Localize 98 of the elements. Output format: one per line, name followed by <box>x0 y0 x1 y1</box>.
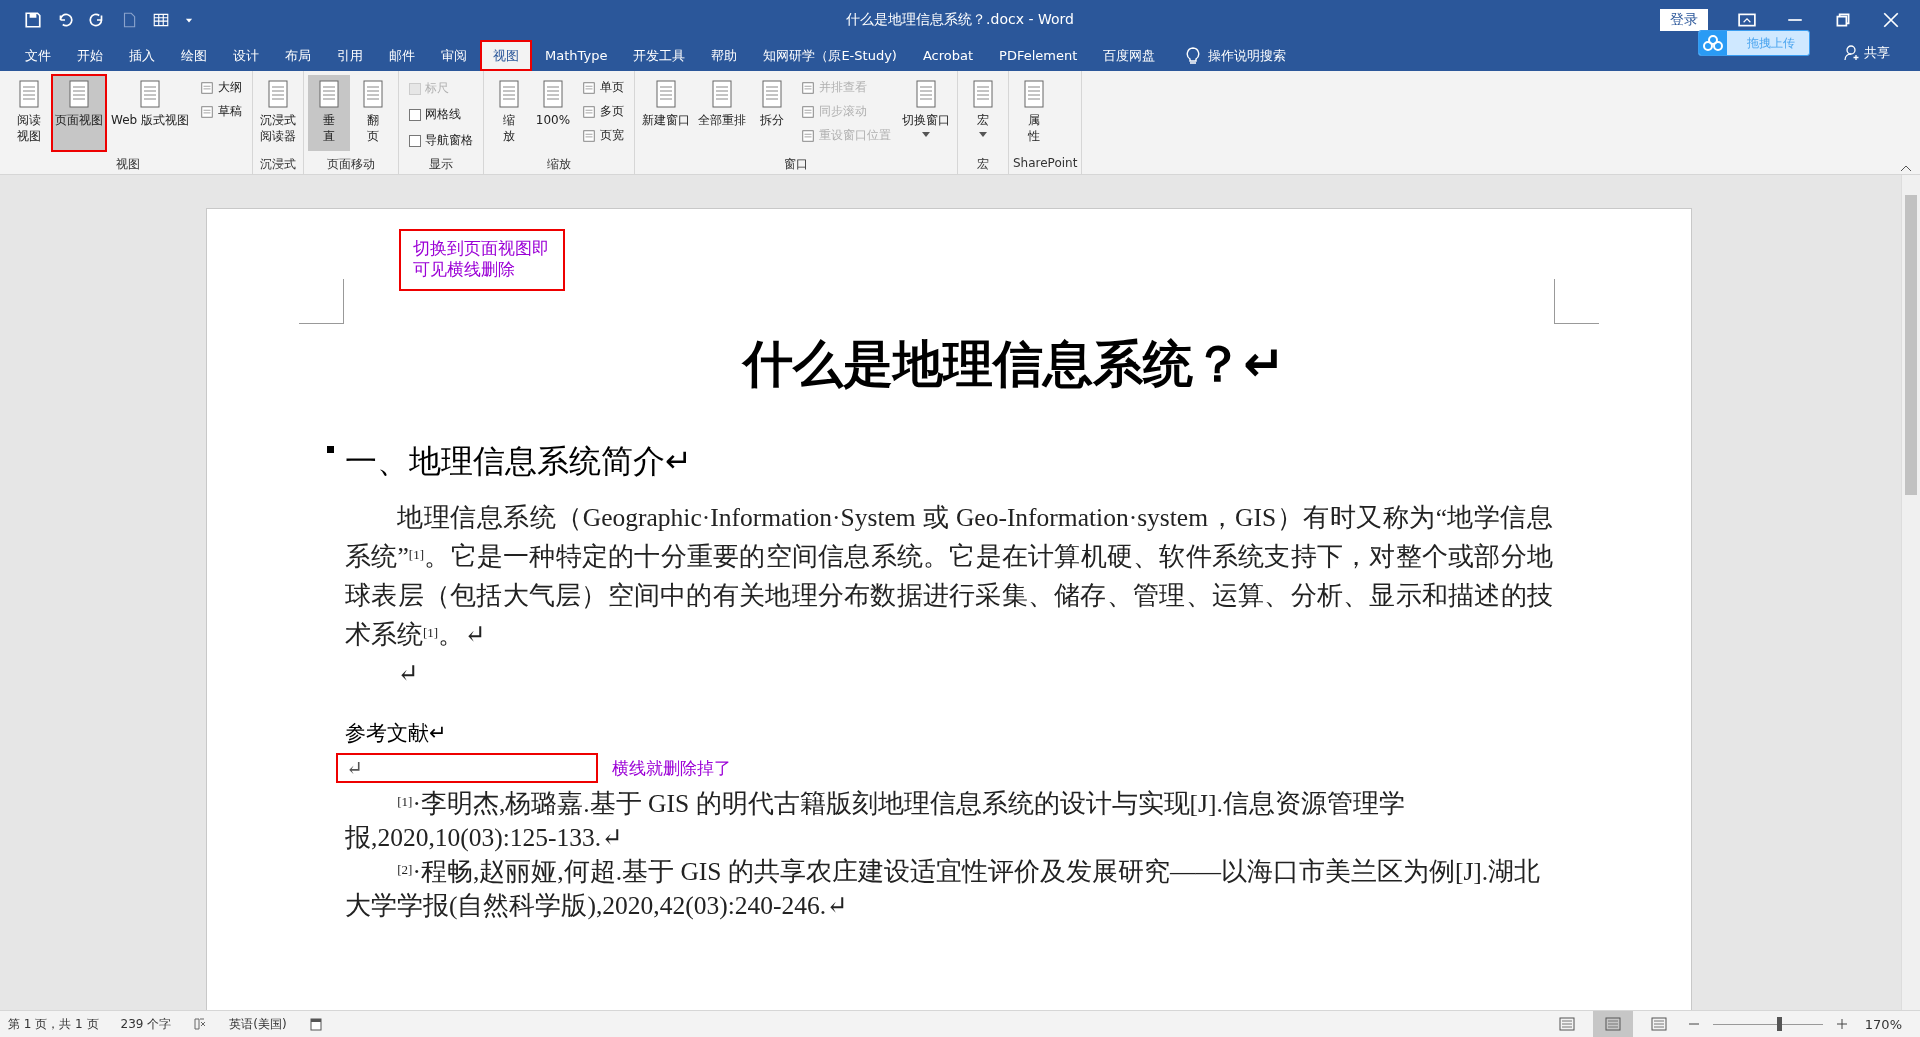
page-count: 第 1 页，共 1 页 <box>8 1015 99 1033</box>
group-label: 视图 <box>116 157 140 171</box>
ribbon-tab[interactable]: 视图 <box>480 40 532 71</box>
zoom-level[interactable]: 170% <box>1864 1016 1902 1032</box>
group-label: 缩放 <box>547 157 571 171</box>
ribbon-button[interactable]: 垂 直 <box>308 75 350 151</box>
page-icon <box>801 80 815 95</box>
ribbon-button[interactable]: 100% <box>532 75 574 151</box>
ribbon-button[interactable]: 翻 页 <box>352 75 394 151</box>
body-paragraph: 地理信息系统（Geographic·Information·System 或 Geo-Information·system，GIS）有时又称为“地学信息系统”$^{[1]}$。它是一种特定的十分重要的空间信息系统。它是在计算机硬、软件系统支持下，对整个或部分地球表层（包括大气层）空间中的有关地理分布数据进行采集、储存、管理、运算、分析、显示和描述的技术系统$^{[1]}$。↵ <box>345 502 1553 651</box>
page-icon <box>200 80 214 95</box>
lightbulb-icon <box>1186 46 1201 65</box>
reference-entry: $^{[2]}$·程畅,赵丽娅,何超.基于 GIS 的共享农庄建设适宜性评价及发展研究——以海口市美兰区为例[J].湖北大学学报(自然科学版),2020,42(03):240-246.↵ <box>345 856 1542 922</box>
ribbon-tab[interactable]: 引用 <box>324 40 376 71</box>
ribbon-button[interactable]: 单页 <box>580 77 626 98</box>
page-icon <box>801 128 815 143</box>
corner-mark <box>1554 279 1599 324</box>
ribbon-display-icon[interactable] <box>1738 11 1756 29</box>
restore-icon[interactable] <box>1834 11 1852 29</box>
ribbon-tab[interactable]: 布局 <box>272 40 324 71</box>
cloud-icon <box>1703 35 1723 51</box>
ribbon-button[interactable]: 缩 放 <box>488 75 530 151</box>
ribbon-tab[interactable]: 文件 <box>12 40 64 71</box>
ribbon-button[interactable]: 拆分 <box>751 75 793 151</box>
document-title: 什么是地理信息系统？↵ <box>740 334 1286 395</box>
page-icon <box>200 104 214 119</box>
page-view-icon <box>1604 1017 1621 1031</box>
checkbox[interactable] <box>409 108 421 121</box>
share-button[interactable]: 共享 <box>1838 43 1896 63</box>
ribbon-tab[interactable]: 帮助 <box>698 40 751 71</box>
section-heading: 参考文献↵ <box>345 720 448 747</box>
collapse-icon[interactable] <box>1900 164 1912 172</box>
checkbox-text: 标尺 <box>425 80 449 97</box>
ribbon-button[interactable]: 阅读 视图 <box>8 75 50 151</box>
group-label: 窗口 <box>784 157 808 171</box>
ribbon-tab[interactable]: 绘图 <box>168 40 220 71</box>
ribbon-button[interactable]: 属 性 <box>1013 75 1055 151</box>
heading-marker <box>327 446 334 453</box>
ribbon-tab[interactable]: MathType <box>532 40 621 71</box>
checkbox[interactable] <box>409 134 421 147</box>
table-icon[interactable] <box>152 11 170 29</box>
ribbon-button[interactable]: 多页 <box>580 101 626 122</box>
group-label: 页面移动 <box>327 157 375 171</box>
body-paragraph: ↵ <box>396 658 420 690</box>
scrollbar[interactable] <box>1901 175 1920 1010</box>
ribbon-button[interactable]: 草稿 <box>198 101 244 122</box>
ribbon-tab[interactable]: 开发工具 <box>620 40 699 71</box>
ribbon-tab[interactable]: Acrobat <box>909 40 987 71</box>
heading: 一、地理信息系统简介↵ <box>345 442 692 480</box>
ribbon-tab[interactable]: 审阅 <box>428 40 480 71</box>
ribbon-tab[interactable]: PDFelement <box>986 40 1091 71</box>
window-title: 什么是地理信息系统？.docx - Word <box>846 11 1074 27</box>
group-label: 沉浸式 <box>260 157 296 171</box>
annotation-box: ↵ <box>336 753 598 783</box>
word-count: 239 个字 <box>120 1015 172 1033</box>
language[interactable]: 英语(美国) <box>229 1015 287 1033</box>
ribbon-tab[interactable]: 插入 <box>116 40 168 71</box>
ribbon-button[interactable]: 切换窗口 <box>899 75 953 151</box>
page-icon <box>801 104 815 119</box>
plus-icon <box>1836 1019 1847 1029</box>
annotation-note: 横线就删除掉了 <box>612 756 731 780</box>
checkbox-text: 网格线 <box>425 106 461 123</box>
person-icon <box>1844 45 1860 61</box>
slider-thumb[interactable] <box>1776 1017 1782 1031</box>
ribbon-tab[interactable]: 开始 <box>64 40 116 71</box>
page-icon <box>582 128 596 143</box>
page-icon <box>582 80 596 95</box>
search-field[interactable]: 操作说明搜索 <box>1208 46 1287 65</box>
ribbon-button[interactable]: Web 版式视图 <box>108 75 192 151</box>
proofing-icon[interactable] <box>193 1017 208 1031</box>
save-icon[interactable] <box>24 11 42 29</box>
page-view-icon <box>1558 1017 1575 1031</box>
ribbon-tab[interactable]: 百度网盘 <box>1090 40 1169 71</box>
ribbon-button[interactable]: 页面视图 <box>52 75 106 151</box>
annotation-note: 切换到页面视图即 可见横线删除 <box>399 229 565 291</box>
ribbon-button[interactable]: 全部重排 <box>695 75 749 151</box>
login-button[interactable]: 登录 <box>1660 9 1708 31</box>
group-label: 显示 <box>429 157 453 171</box>
checkbox-text: 导航窗格 <box>425 132 473 149</box>
ribbon-button[interactable]: 宏 <box>962 75 1004 151</box>
ribbon-tab[interactable]: 知网研学（原E-Study) <box>750 40 910 71</box>
group-label: SharePoint <box>1013 156 1078 170</box>
ribbon-tab[interactable]: 邮件 <box>376 40 428 71</box>
calculator-icon[interactable] <box>308 1017 323 1031</box>
view-button[interactable] <box>1592 1011 1633 1037</box>
ribbon-button[interactable]: 大纲 <box>198 77 244 98</box>
ribbon-button[interactable]: 页宽 <box>580 125 626 146</box>
page-view-icon <box>1650 1017 1667 1031</box>
ribbon-button[interactable]: 沉浸式 阅读器 <box>257 75 299 151</box>
close-icon[interactable] <box>1882 11 1900 29</box>
checkbox-label[interactable]: 导航窗格 <box>407 129 475 152</box>
group-label: 宏 <box>977 157 989 171</box>
corner-mark <box>299 279 344 324</box>
ribbon-tab[interactable]: 设计 <box>220 40 272 71</box>
reference-entry: $^{[1]}$·李明杰,杨璐嘉.基于 GIS 的明代古籍版刻地理信息系统的设计与实现[J].信息资源管理学报,2020,10(03):125-133.↵ <box>345 788 1406 854</box>
page-icon <box>582 104 596 119</box>
ribbon-button[interactable]: 新建窗口 <box>639 75 693 151</box>
checkbox-label[interactable]: 网格线 <box>407 103 475 126</box>
